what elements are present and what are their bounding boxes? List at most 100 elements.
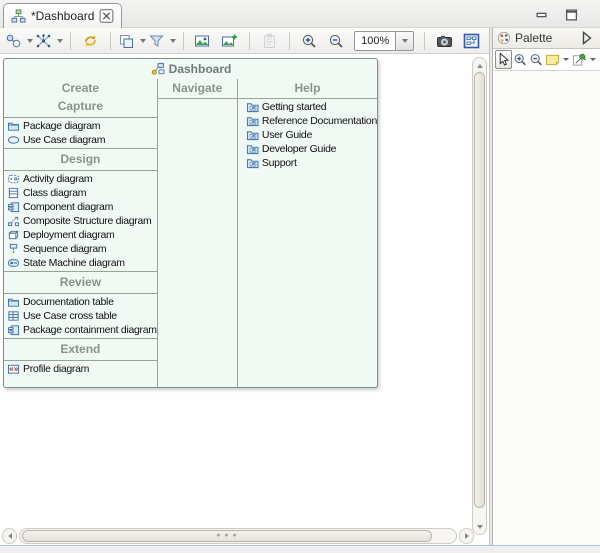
dashboard-item-composite-structure-diagram[interactable]: Composite Structure diagram [4, 214, 157, 228]
minimize-icon [535, 9, 548, 21]
triangle-left-icon [8, 533, 12, 539]
palette-header[interactable]: Palette [493, 28, 600, 49]
dashboard-item-deployment-diagram[interactable]: Deployment diagram [4, 228, 157, 242]
select-cursor-tool[interactable] [495, 50, 512, 69]
scroll-up-button[interactable] [473, 60, 486, 71]
sync-icon [82, 33, 99, 49]
note-tool[interactable] [545, 50, 560, 69]
zoom-out-icon [328, 33, 345, 49]
dashboard-item-activity-diagram[interactable]: Activity diagram [4, 172, 157, 186]
horizontal-scrollbar-track[interactable]: ● ● ● [19, 528, 457, 544]
dashboard-item-package-containment-diagram[interactable]: Package containment diagram [4, 323, 157, 337]
dashboard-item-use-case-diagram[interactable]: Use Case diagram [4, 133, 157, 147]
zoom-level-dropdown-button[interactable] [396, 31, 414, 51]
paste-button[interactable] [257, 30, 282, 52]
item-label: Use Case diagram [23, 134, 105, 146]
dashboard-item-sequence-diagram[interactable]: Sequence diagram [4, 242, 157, 256]
zoom-out-button[interactable] [324, 30, 349, 52]
composite-icon [7, 215, 20, 227]
minimize-button[interactable] [532, 7, 550, 22]
item-label: State Machine diagram [23, 257, 125, 269]
item-label: Class diagram [23, 187, 86, 199]
add-image-button[interactable] [217, 30, 242, 52]
dashboard-title-row: Dashboard [4, 59, 377, 79]
zoom-out-tool[interactable] [529, 50, 544, 69]
collapse-arrow-icon[interactable] [580, 31, 594, 45]
horizontal-scrollbar[interactable]: ● ● ● [2, 528, 474, 544]
column-header-help: Help [238, 79, 377, 97]
copy-style-button[interactable] [118, 30, 146, 52]
palette-title: Palette [515, 31, 552, 45]
close-icon[interactable] [99, 9, 114, 23]
chevron-down-icon[interactable] [563, 58, 569, 61]
folder-link-icon [246, 115, 259, 127]
palette-panel: Palette [492, 28, 600, 545]
zoom-in-button[interactable] [297, 30, 322, 52]
diagram-nodes-icon [5, 33, 22, 49]
graph-layout-button[interactable] [35, 30, 63, 52]
divider [4, 170, 157, 171]
zoom-in-icon [301, 33, 318, 49]
diagram-canvas[interactable]: Dashboard CreateCapturePackage diagramUs… [0, 54, 489, 545]
divider [4, 271, 157, 272]
item-label: Profile diagram [23, 363, 89, 375]
dashboard-item-user-guide[interactable]: User Guide [238, 128, 377, 142]
chevron-down-icon [402, 39, 408, 43]
dashboard-columns: CreateCapturePackage diagramUse Case dia… [4, 79, 377, 387]
scroll-left-button[interactable] [2, 528, 17, 544]
package-containment-icon [7, 324, 20, 336]
dashboard-panel: Dashboard CreateCapturePackage diagramUs… [3, 58, 378, 388]
triangle-down-icon [477, 525, 483, 529]
palette-toolbar [493, 49, 600, 71]
dashboard-item-reference-documentation[interactable]: Reference Documentation [238, 114, 377, 128]
item-label: Package diagram [23, 120, 100, 132]
dashboard-column-navigate: Navigate [157, 79, 238, 387]
chevron-down-icon [140, 39, 146, 43]
palette-icon [497, 31, 511, 45]
camera-button[interactable] [432, 30, 457, 52]
dashboard-item-profile-diagram[interactable]: Profile diagram [4, 362, 157, 376]
folder-icon [7, 296, 20, 308]
dashboard-item-getting-started[interactable]: Getting started [238, 100, 377, 114]
zoom-in-tool[interactable] [513, 50, 528, 69]
copy-style-icon [118, 33, 135, 49]
diagram-overview-button[interactable] [459, 30, 484, 52]
usecase-icon [7, 134, 20, 146]
dashboard-item-component-diagram[interactable]: Component diagram [4, 200, 157, 214]
export-image-button[interactable] [190, 30, 215, 52]
vertical-scrollbar[interactable] [472, 57, 487, 535]
dashboard-item-support[interactable]: Support [238, 156, 377, 170]
editor-tab-bar: *Dashboard [0, 0, 600, 28]
dashboard-item-class-diagram[interactable]: Class diagram [4, 186, 157, 200]
maximize-icon [565, 9, 578, 21]
tab-dashboard[interactable]: *Dashboard [3, 3, 122, 28]
item-label: Composite Structure diagram [23, 215, 151, 227]
dashboard-item-developer-guide[interactable]: Developer Guide [238, 142, 377, 156]
dashboard-item-documentation-table[interactable]: Documentation table [4, 295, 157, 309]
folder-link-icon [246, 157, 259, 169]
maximize-button[interactable] [562, 7, 580, 22]
zoom-level-value[interactable]: 100% [354, 31, 396, 51]
scroll-down-button[interactable] [473, 521, 486, 532]
scroll-right-button[interactable] [459, 528, 474, 544]
filter-button[interactable] [148, 30, 176, 52]
dashboard-item-use-case-cross-table[interactable]: Use Case cross table [4, 309, 157, 323]
chevron-down-icon[interactable] [590, 58, 596, 61]
folder-link-icon [246, 143, 259, 155]
vertical-scrollbar-thumb[interactable] [474, 72, 485, 508]
toolbar-separator [249, 32, 250, 50]
diagram-nodes-button[interactable] [5, 30, 33, 52]
zoom-out-icon [529, 52, 544, 67]
horizontal-scrollbar-thumb[interactable]: ● ● ● [22, 530, 432, 542]
pin-tool[interactable] [572, 50, 587, 69]
graph-layout-icon [35, 33, 52, 49]
dashboard-item-package-diagram[interactable]: Package diagram [4, 119, 157, 133]
chevron-down-icon [57, 39, 63, 43]
dashboard-icon [150, 62, 165, 76]
column-header-create: Create [4, 79, 157, 97]
dashboard-item-state-machine-diagram[interactable]: State Machine diagram [4, 256, 157, 270]
sync-button[interactable] [78, 30, 103, 52]
divider [4, 360, 157, 361]
tree-icon [11, 9, 26, 23]
filter-icon [148, 33, 165, 49]
